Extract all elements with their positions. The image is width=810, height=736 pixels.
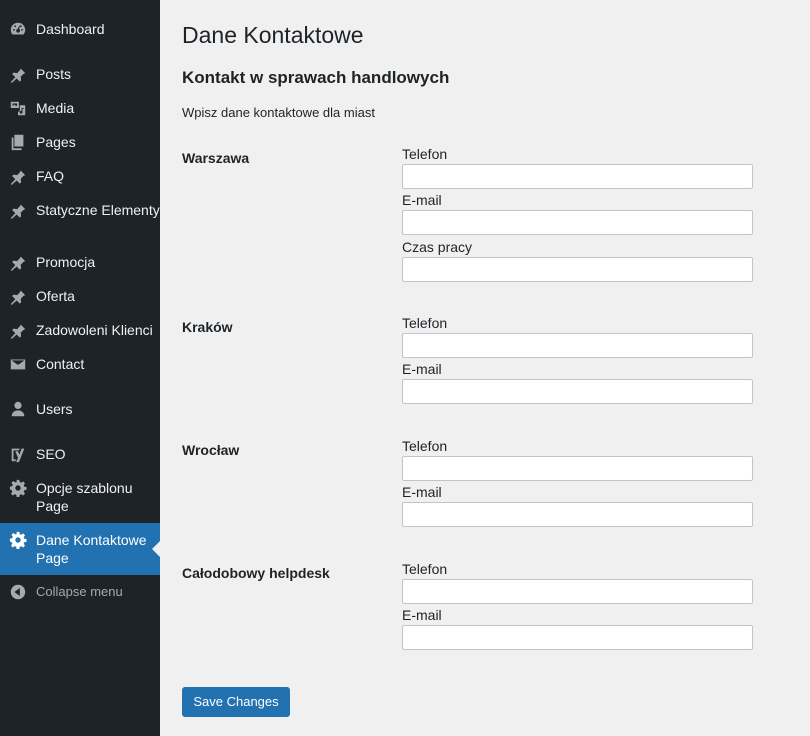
sidebar-item-label: Dane Kontaktowe Page [36,532,147,566]
sidebar-item-label: Opcje szablonu Page [36,480,133,514]
city-label-wroclaw: Wrocław [182,442,240,458]
krakow-telefon-input[interactable] [402,333,753,358]
pin-icon [9,201,27,219]
krakow-email-input[interactable] [402,379,753,404]
collapse-menu-label: Collapse menu [36,584,123,599]
field-label: Telefon [402,561,448,577]
pin-icon [9,65,27,83]
field-label: Telefon [402,146,448,162]
gear-icon [9,479,27,497]
sidebar-item-label: Zadowoleni Klienci [36,322,153,338]
helpdesk-telefon-input[interactable] [402,579,753,604]
sidebar-item-label: FAQ [36,168,65,184]
field-label: E-mail [402,484,442,500]
section-description: Wpisz dane kontaktowe dla miast [182,105,375,120]
field-label: Czas pracy [402,239,473,255]
field-label: E-mail [402,607,442,623]
sidebar-item-dane-kontaktowe[interactable]: Dane Kontaktowe Page [0,523,160,575]
mail-icon [9,355,27,373]
field-label: E-mail [402,361,442,377]
pin-icon [9,253,27,271]
section-title: Kontakt w sprawach handlowych [182,68,450,87]
sidebar-item-label: Users [36,401,73,417]
sidebar-item-label: Dashboard [36,21,105,37]
user-icon [9,400,27,418]
sidebar-item-label: Promocja [36,254,96,270]
admin-sidebar: Dashboard Posts Media Pages FAQ Statyczn… [0,0,160,736]
sidebar-item-label: Media [36,100,75,116]
warszawa-email-input[interactable] [402,210,753,235]
sidebar-item-label: Oferta [36,288,75,304]
gear-icon [9,531,27,549]
pages-icon [9,133,27,151]
field-label: E-mail [402,192,442,208]
helpdesk-email-input[interactable] [402,625,753,650]
pin-icon [9,167,27,185]
media-icon [9,99,27,117]
sidebar-item-label: Contact [36,356,85,372]
yoast-seo-icon [9,445,27,463]
save-changes-button[interactable]: Save Changes [182,687,290,717]
city-label-krakow: Kraków [182,319,233,335]
field-label: Telefon [402,315,448,331]
collapse-arrow-icon [9,583,27,601]
pin-icon [9,321,27,339]
wroclaw-email-input[interactable] [402,502,753,527]
dashboard-icon [9,20,27,38]
sidebar-item-label: Pages [36,134,76,150]
sidebar-item-label: Statyczne Elementy [36,202,160,218]
pin-icon [9,287,27,305]
current-menu-arrow [152,541,160,557]
page-title: Dane Kontaktowe [182,22,364,48]
city-label-warszawa: Warszawa [182,150,250,166]
field-label: Telefon [402,438,448,454]
wroclaw-telefon-input[interactable] [402,456,753,481]
city-label-helpdesk: Całodobowy helpdesk [182,565,330,581]
warszawa-telefon-input[interactable] [402,164,753,189]
sidebar-item-label: SEO [36,446,66,462]
sidebar-item-label: Posts [36,66,72,82]
warszawa-czas-pracy-input[interactable] [402,257,753,282]
